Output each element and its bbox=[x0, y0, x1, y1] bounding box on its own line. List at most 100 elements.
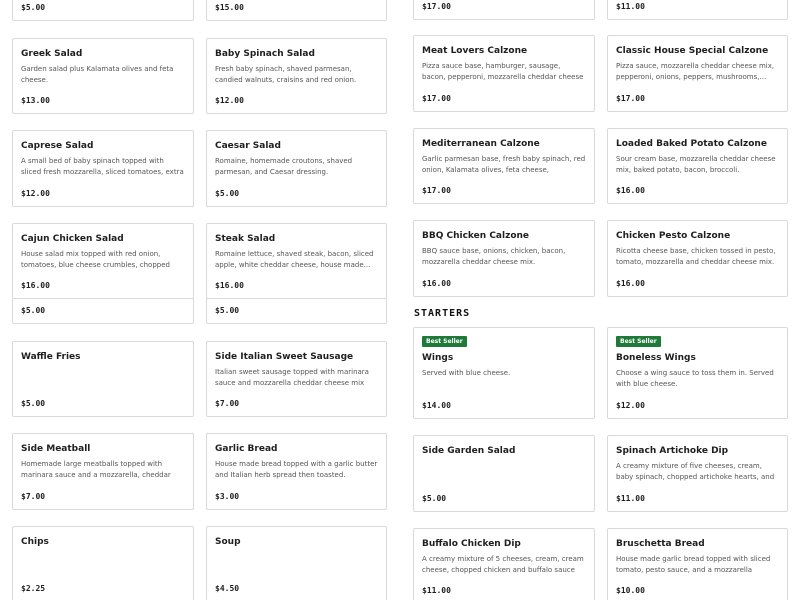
item-description: Romaine, homemade croutons, shaved parme… bbox=[215, 157, 353, 176]
item-description: Fresh baby spinach, shaved parmesan, can… bbox=[215, 65, 357, 84]
menu-item-mediterranean-calzone[interactable]: Mediterranean Calzone Garlic parmesan ba… bbox=[413, 128, 595, 204]
item-description: A small bed of baby spinach topped with … bbox=[21, 157, 184, 176]
item-name: Spinach Artichoke Dip bbox=[616, 446, 729, 456]
item-price: $10.00 bbox=[616, 586, 645, 595]
item-price: $12.00 bbox=[215, 96, 244, 105]
item-price: $15.00 bbox=[215, 3, 244, 12]
item-name: Caesar Salad bbox=[215, 141, 281, 151]
item-name: Mediterranean Calzone bbox=[422, 139, 540, 149]
item-description: Garlic parmesan base, fresh baby spinach… bbox=[422, 155, 586, 174]
item-name: Side Italian Sweet Sausage bbox=[215, 352, 354, 362]
menu-item-card[interactable]: $5.00 bbox=[12, 298, 194, 324]
item-price: $16.00 bbox=[215, 281, 244, 290]
item-name: Soup bbox=[215, 537, 241, 547]
item-price: $7.00 bbox=[21, 492, 46, 501]
best-seller-badge: Best Seller bbox=[616, 336, 661, 347]
menu-item-chips[interactable]: Chips $2.25 bbox=[12, 526, 194, 600]
menu-item-card[interactable]: $11.00 bbox=[607, 0, 788, 20]
menu-item-card[interactable]: $5.00 bbox=[206, 298, 387, 324]
menu-item-side-italian-sweet-sausage[interactable]: Side Italian Sweet Sausage Italian sweet… bbox=[206, 341, 387, 417]
menu-item-soup[interactable]: Soup $4.50 bbox=[206, 526, 387, 600]
item-price: $12.00 bbox=[616, 401, 645, 410]
item-name: Chips bbox=[21, 537, 49, 547]
menu-item-card[interactable]: $15.00 bbox=[206, 0, 387, 21]
item-price: $11.00 bbox=[616, 494, 645, 503]
item-description: Pizza sauce, mozzarella cheddar cheese m… bbox=[616, 62, 775, 81]
item-description: Served with blue cheese. bbox=[422, 369, 511, 377]
item-price: $17.00 bbox=[422, 94, 451, 103]
item-price: $4.50 bbox=[215, 584, 240, 593]
item-name: Side Meatball bbox=[21, 444, 91, 454]
item-price: $12.00 bbox=[21, 189, 50, 198]
item-price: $5.00 bbox=[21, 306, 46, 315]
item-description: Homemade large meatballs topped with mar… bbox=[21, 460, 171, 479]
item-price: $11.00 bbox=[422, 586, 451, 595]
menu-item-wings[interactable]: Best Seller Wings Served with blue chees… bbox=[413, 327, 595, 419]
item-price: $17.00 bbox=[616, 94, 645, 103]
item-price: $5.00 bbox=[21, 3, 46, 12]
menu-item-waffle-fries[interactable]: Waffle Fries $5.00 bbox=[12, 341, 194, 417]
menu-item-spinach-artichoke-dip[interactable]: Spinach Artichoke Dip A creamy mixture o… bbox=[607, 435, 788, 512]
menu-item-baby-spinach-salad[interactable]: Baby Spinach Salad Fresh baby spinach, s… bbox=[206, 38, 387, 114]
item-price: $5.00 bbox=[215, 306, 240, 315]
menu-item-chicken-pesto-calzone[interactable]: Chicken Pesto Calzone Ricotta cheese bas… bbox=[607, 220, 788, 297]
menu-item-side-garden-salad[interactable]: Side Garden Salad $5.00 bbox=[413, 435, 595, 512]
menu-item-side-meatball[interactable]: Side Meatball Homemade large meatballs t… bbox=[12, 433, 194, 510]
item-description: Ricotta cheese base, chicken tossed in p… bbox=[616, 247, 776, 266]
menu-item-greek-salad[interactable]: Greek Salad Garden salad plus Kalamata o… bbox=[12, 38, 194, 114]
menu-item-garlic-bread[interactable]: Garlic Bread House made bread topped wit… bbox=[206, 433, 387, 510]
item-name: Garlic Bread bbox=[215, 444, 278, 454]
item-price: $11.00 bbox=[616, 2, 645, 11]
item-description: House made garlic bread topped with slic… bbox=[616, 555, 771, 574]
item-description: Garden salad plus Kalamata olives and fe… bbox=[21, 65, 174, 84]
item-description: A creamy mixture of five cheeses, cream,… bbox=[616, 462, 775, 481]
item-price: $2.25 bbox=[21, 584, 46, 593]
item-name: Caprese Salad bbox=[21, 141, 94, 151]
item-name: Greek Salad bbox=[21, 49, 83, 59]
item-description: Italian sweet sausage topped with marina… bbox=[215, 368, 369, 387]
best-seller-badge: Best Seller bbox=[422, 336, 467, 347]
section-title-starters: STARTERS bbox=[414, 308, 471, 319]
menu-item-cajun-chicken-salad[interactable]: Cajun Chicken Salad House salad mix topp… bbox=[12, 223, 194, 299]
item-name: Waffle Fries bbox=[21, 352, 81, 362]
menu-item-classic-house-special-calzone[interactable]: Classic House Special Calzone Pizza sauc… bbox=[607, 35, 788, 112]
menu-item-meat-lovers-calzone[interactable]: Meat Lovers Calzone Pizza sauce base, ha… bbox=[413, 35, 595, 112]
item-description: House made bread topped with a garlic bu… bbox=[215, 460, 378, 479]
item-price: $17.00 bbox=[422, 186, 451, 195]
menu-item-boneless-wings[interactable]: Best Seller Boneless Wings Choose a wing… bbox=[607, 327, 788, 419]
item-name: BBQ Chicken Calzone bbox=[422, 231, 530, 241]
item-name: Meat Lovers Calzone bbox=[422, 46, 528, 56]
item-price: $5.00 bbox=[422, 494, 447, 503]
menu-item-card[interactable]: $5.00 bbox=[12, 0, 194, 21]
item-price: $16.00 bbox=[21, 281, 50, 290]
menu-item-bbq-chicken-calzone[interactable]: BBQ Chicken Calzone BBQ sauce base, onio… bbox=[413, 220, 595, 297]
item-price: $13.00 bbox=[21, 96, 50, 105]
item-description: Sour cream base, mozzarella cheddar chee… bbox=[616, 155, 776, 174]
menu-item-buffalo-chicken-dip[interactable]: Buffalo Chicken Dip A creamy mixture of … bbox=[413, 528, 595, 600]
item-price: $5.00 bbox=[215, 189, 240, 198]
item-name: Buffalo Chicken Dip bbox=[422, 539, 521, 549]
item-name: Loaded Baked Potato Calzone bbox=[616, 139, 767, 149]
item-price: $5.00 bbox=[21, 399, 46, 408]
item-price: $16.00 bbox=[422, 279, 451, 288]
item-description: Choose a wing sauce to toss them in. Ser… bbox=[616, 369, 774, 388]
item-description: BBQ sauce base, onions, chicken, bacon, … bbox=[422, 247, 566, 266]
item-price: $7.00 bbox=[215, 399, 240, 408]
item-name: Classic House Special Calzone bbox=[616, 46, 769, 56]
menu-item-caprese-salad[interactable]: Caprese Salad A small bed of baby spinac… bbox=[12, 130, 194, 207]
item-name: Steak Salad bbox=[215, 234, 276, 244]
item-price: $16.00 bbox=[616, 186, 645, 195]
menu-item-card[interactable]: $17.00 bbox=[413, 0, 595, 20]
menu-item-caesar-salad[interactable]: Caesar Salad Romaine, homemade croutons,… bbox=[206, 130, 387, 207]
menu-item-loaded-baked-potato-calzone[interactable]: Loaded Baked Potato Calzone Sour cream b… bbox=[607, 128, 788, 204]
item-name: Chicken Pesto Calzone bbox=[616, 231, 731, 241]
item-price: $17.00 bbox=[422, 2, 451, 11]
item-description: Romaine lettuce, shaved steak, bacon, sl… bbox=[215, 250, 374, 269]
menu-item-bruschetta-bread[interactable]: Bruschetta Bread House made garlic bread… bbox=[607, 528, 788, 600]
item-price: $14.00 bbox=[422, 401, 451, 410]
item-name: Side Garden Salad bbox=[422, 446, 516, 456]
item-price: $16.00 bbox=[616, 279, 645, 288]
item-description: Pizza sauce base, hamburger, sausage, ba… bbox=[422, 62, 584, 81]
menu-item-steak-salad[interactable]: Steak Salad Romaine lettuce, shaved stea… bbox=[206, 223, 387, 299]
item-description: A creamy mixture of 5 cheeses, cream, cr… bbox=[422, 555, 584, 574]
